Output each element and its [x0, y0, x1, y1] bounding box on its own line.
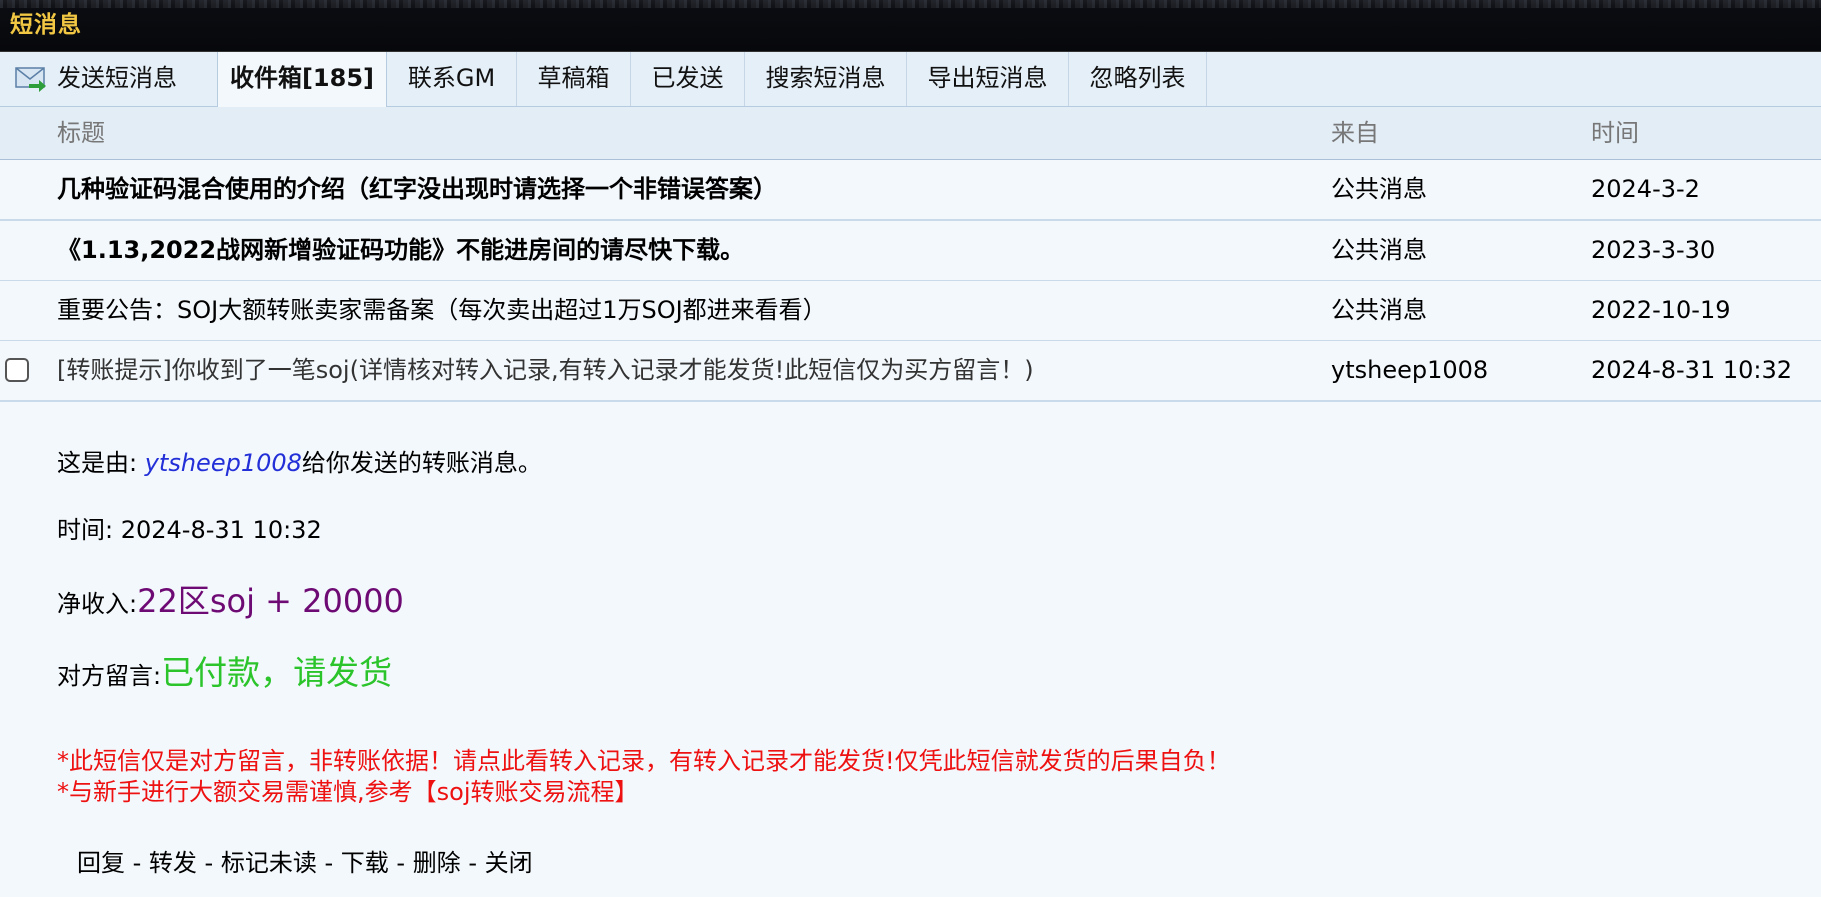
message-intro: 这是由: ytsheep1008给你发送的转账消息。: [57, 443, 542, 478]
message-from: 公共消息: [1331, 236, 1427, 264]
note-line: 对方留言:已付款，请发货: [57, 646, 392, 694]
header-title: 标题: [57, 119, 105, 147]
tab-bar: 发送短消息 收件箱[185] 联系GM 草稿箱 已发送 搜索短消息 导出短消息 …: [0, 52, 1821, 107]
warning-line-1[interactable]: *此短信仅是对方留言，非转账依据！请点此看转入记录，有转入记录才能发货!仅凭此短…: [57, 741, 1231, 776]
message-time: 2024-8-31 10:32: [1591, 356, 1792, 384]
header-time: 时间: [1591, 119, 1639, 147]
tab-search[interactable]: 搜索短消息: [745, 52, 907, 106]
message-time: 2022-10-19: [1591, 296, 1731, 324]
message-title[interactable]: [转账提示]你收到了一笔soj(详情核对转入记录,有转入记录才能发货!此短信仅为…: [57, 341, 1034, 400]
separator: -: [388, 849, 413, 877]
message-from: ytsheep1008: [1331, 356, 1489, 384]
header-from: 来自: [1331, 119, 1379, 147]
message-title[interactable]: 重要公告：SOJ大额转账卖家需备案（每次卖出超过1万SOJ都进来看看）: [57, 281, 827, 340]
income-line: 净收入:22区soj + 20000: [57, 576, 404, 622]
warning-line-2[interactable]: *与新手进行大额交易需谨慎,参考【soj转账交易流程】: [57, 772, 638, 807]
message-actions: 回复 - 转发 - 标记未读 - 下载 - 删除 - 关闭: [77, 843, 533, 878]
table-header: 标题 来自 时间: [0, 107, 1821, 160]
message-from: 公共消息: [1331, 175, 1427, 203]
message-time: 2024-3-2: [1591, 175, 1700, 203]
income-value: 22区soj + 20000: [137, 582, 404, 620]
table-row[interactable]: 重要公告：SOJ大额转账卖家需备案（每次卖出超过1万SOJ都进来看看） 公共消息…: [0, 281, 1821, 342]
separator: -: [460, 849, 485, 877]
title-bar-texture: [0, 0, 1821, 8]
note-label: 对方留言:: [57, 662, 162, 690]
title-bar: 短消息: [0, 0, 1821, 52]
tab-contact-gm[interactable]: 联系GM: [387, 52, 517, 106]
close-link[interactable]: 关闭: [485, 849, 533, 877]
message-time-line: 时间: 2024-8-31 10:32: [57, 510, 322, 545]
note-value: 已付款，请发货: [161, 653, 393, 692]
forward-link[interactable]: 转发: [149, 849, 197, 877]
table-row[interactable]: 《1.13,2022战网新增验证码功能》不能进房间的请尽快下载。 公共消息 20…: [0, 221, 1821, 282]
envelope-icon: [15, 67, 46, 92]
table-row[interactable]: 几种验证码混合使用的介绍（红字没出现时请选择一个非错误答案） 公共消息 2024…: [0, 160, 1821, 221]
send-message-label: 发送短消息: [57, 64, 177, 92]
message-from: 公共消息: [1331, 296, 1427, 324]
tab-sent[interactable]: 已发送: [631, 52, 745, 106]
reply-link[interactable]: 回复: [77, 849, 125, 877]
intro-suffix: 给你发送的转账消息。: [301, 449, 542, 477]
sender-link[interactable]: ytsheep1008: [145, 449, 302, 477]
message-title[interactable]: 《1.13,2022战网新增验证码功能》不能进房间的请尽快下载。: [57, 221, 744, 280]
separator: -: [316, 849, 341, 877]
time-label: 时间:: [57, 516, 121, 544]
tab-export[interactable]: 导出短消息: [907, 52, 1069, 106]
window-title: 短消息: [10, 12, 82, 38]
download-link[interactable]: 下载: [341, 849, 389, 877]
tab-ignore-list[interactable]: 忽略列表: [1069, 52, 1207, 106]
time-value: 2024-8-31 10:32: [120, 516, 322, 544]
send-message-button[interactable]: 发送短消息: [0, 52, 215, 106]
table-row-selected[interactable]: [转账提示]你收到了一笔soj(详情核对转入记录,有转入记录才能发货!此短信仅为…: [0, 341, 1821, 402]
tab-drafts[interactable]: 草稿箱: [517, 52, 631, 106]
intro-prefix: 这是由:: [57, 449, 145, 477]
delete-link[interactable]: 删除: [413, 849, 461, 877]
tab-inbox[interactable]: 收件箱[185]: [217, 52, 387, 107]
message-title[interactable]: 几种验证码混合使用的介绍（红字没出现时请选择一个非错误答案）: [57, 160, 777, 219]
separator: -: [125, 849, 149, 877]
row-checkbox[interactable]: [5, 358, 29, 382]
income-label: 净收入:: [57, 590, 138, 618]
mark-unread-link[interactable]: 标记未读: [221, 849, 317, 877]
separator: -: [196, 849, 221, 877]
message-time: 2023-3-30: [1591, 236, 1716, 264]
